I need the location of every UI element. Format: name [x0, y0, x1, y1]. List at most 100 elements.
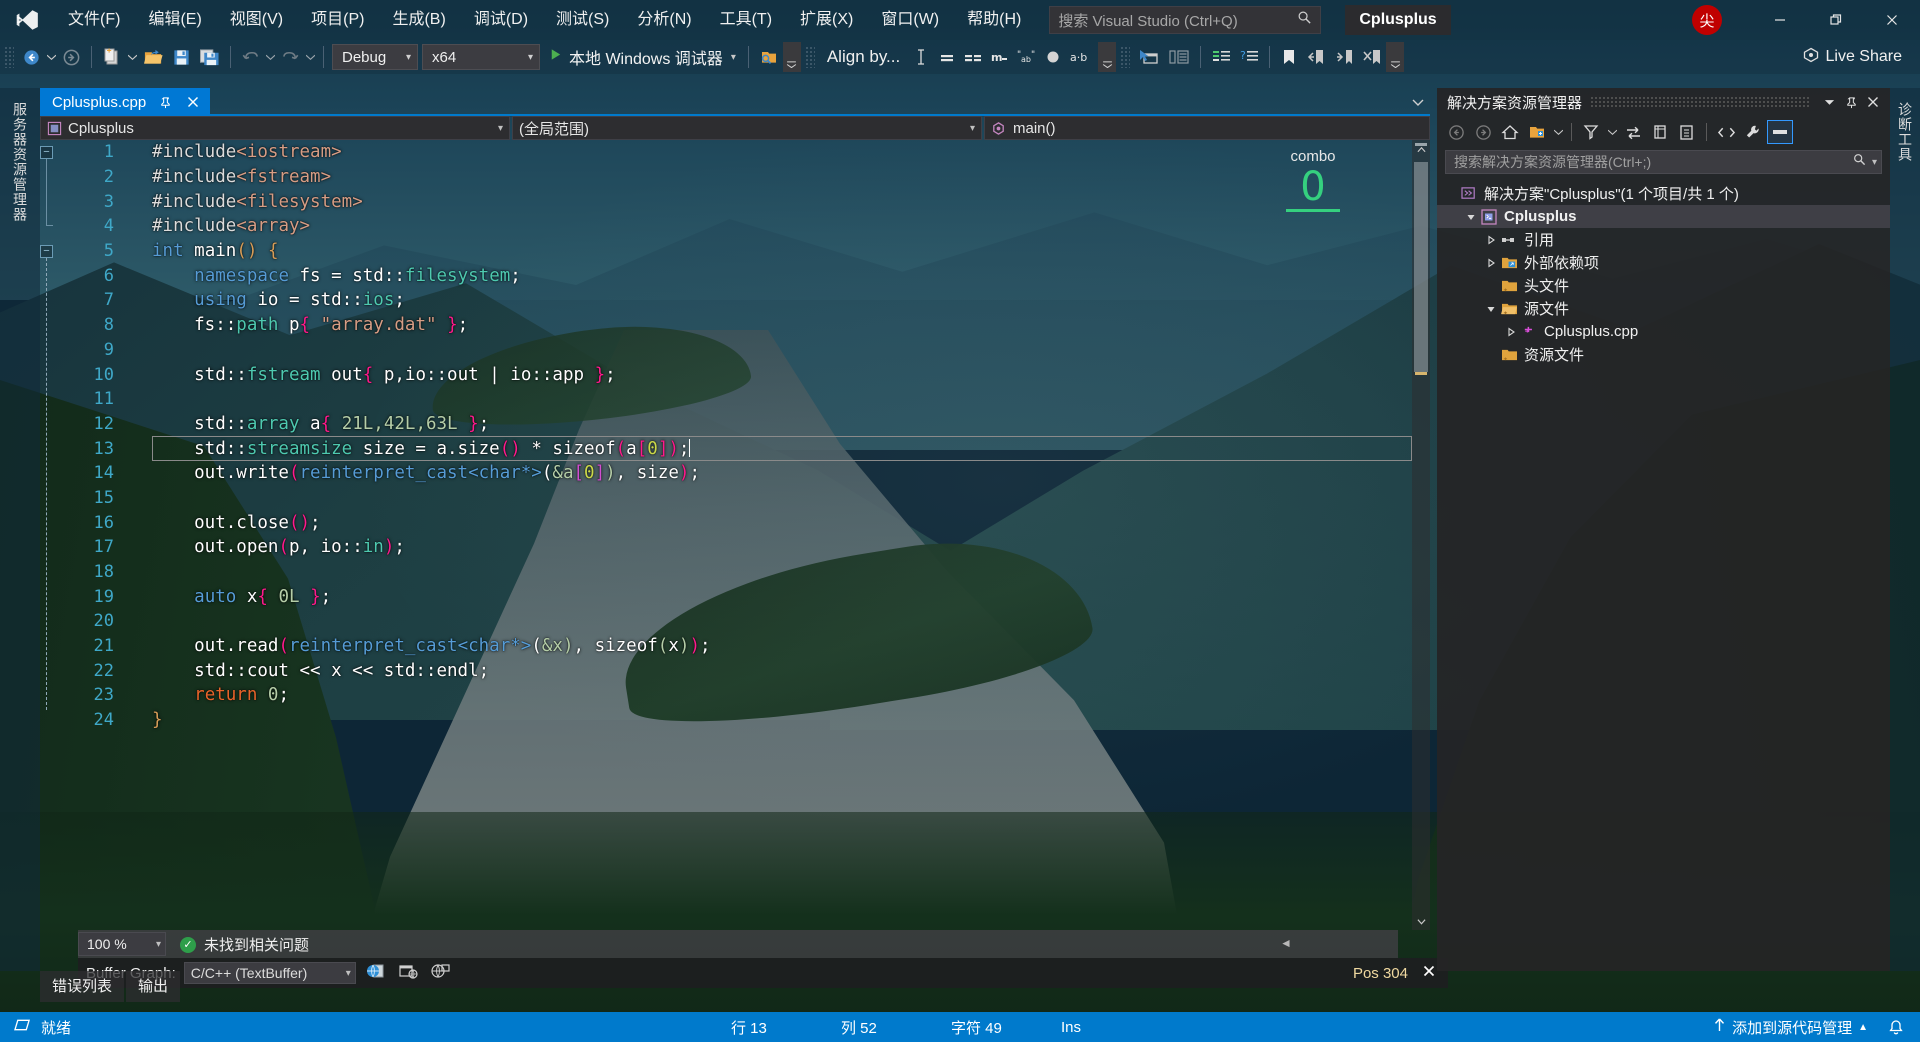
align-double-icon[interactable]: [960, 42, 986, 72]
indent-lines-icon[interactable]: [1207, 42, 1235, 72]
tree-item[interactable]: Cplusplus.cpp: [1437, 320, 1890, 343]
buffer-graph-combo[interactable]: C/C++ (TextBuffer) ▾: [183, 962, 356, 984]
code-line[interactable]: 15: [40, 486, 1430, 511]
code-line[interactable]: 21 out.read(reinterpret_cast<char*>(&x),…: [40, 634, 1430, 659]
active-project-chip[interactable]: Cplusplus: [1345, 5, 1451, 35]
pin-icon[interactable]: [1840, 91, 1862, 113]
navigate-back-icon[interactable]: [1443, 120, 1469, 144]
navigate-back-icon[interactable]: [18, 42, 45, 72]
chevron-right-icon[interactable]: [1503, 326, 1519, 337]
live-share-button[interactable]: Live Share: [1790, 42, 1920, 72]
align-circle-icon[interactable]: [1040, 42, 1066, 72]
globe-window-icon[interactable]: [430, 962, 450, 985]
global-search-box[interactable]: 搜索 Visual Studio (Ctrl+Q): [1049, 6, 1322, 34]
bookmark-overflow-button[interactable]: [1386, 42, 1405, 72]
code-line[interactable]: 16 out.close();: [40, 510, 1430, 535]
chevron-down-icon[interactable]: [1818, 91, 1840, 113]
sync-dropdown-icon[interactable]: [1551, 120, 1565, 144]
tab-error-list[interactable]: 错误列表: [40, 971, 125, 1002]
menu-debug[interactable]: 调试(D): [460, 0, 542, 40]
tab-output[interactable]: 输出: [126, 971, 181, 1002]
editor-tab-cplusplus-cpp[interactable]: Cplusplus.cpp: [40, 88, 211, 116]
navigate-forward-icon[interactable]: [58, 42, 85, 72]
align-by-label[interactable]: Align by...: [819, 47, 908, 67]
panel-drag-dots[interactable]: [1590, 96, 1810, 108]
redo-icon[interactable]: [277, 42, 304, 72]
editor-vertical-scrollbar[interactable]: [1412, 140, 1430, 930]
bookmark-next-icon[interactable]: [1330, 42, 1358, 72]
properties-icon[interactable]: [1740, 120, 1766, 144]
code-line[interactable]: 4 #include<array>: [40, 214, 1430, 239]
code-line[interactable]: 2 #include<fstream>: [40, 165, 1430, 190]
menu-project[interactable]: 项目(P): [297, 0, 378, 40]
home-icon[interactable]: [1497, 120, 1523, 144]
split-window-icon[interactable]: [1164, 42, 1194, 72]
menu-test[interactable]: 测试(S): [542, 0, 623, 40]
code-line[interactable]: 19 auto x{ 0L };: [40, 584, 1430, 609]
new-item-icon[interactable]: [98, 42, 126, 72]
undo-icon[interactable]: [237, 42, 264, 72]
redo-dropdown[interactable]: [304, 42, 317, 72]
issues-indicator[interactable]: ✓ 未找到相关问题: [180, 934, 309, 955]
new-item-dropdown[interactable]: [126, 42, 139, 72]
close-icon[interactable]: [1862, 91, 1884, 113]
bookmark-prev-icon[interactable]: [1302, 42, 1330, 72]
tree-item[interactable]: 源文件: [1437, 297, 1890, 320]
navigate-back-dropdown[interactable]: [45, 42, 58, 72]
code-line[interactable]: 14 out.write(reinterpret_cast<char*>(&a[…: [40, 461, 1430, 486]
chevron-down-icon[interactable]: ▾: [1872, 157, 1877, 168]
solution-configuration-combo[interactable]: Debug ▾: [332, 44, 418, 70]
code-line[interactable]: 9: [40, 338, 1430, 363]
collapse-all-icon[interactable]: [1674, 120, 1700, 144]
undo-dropdown[interactable]: [264, 42, 277, 72]
align-quote-icon[interactable]: " ab ": [1012, 42, 1040, 72]
notification-bell-icon[interactable]: [1882, 1012, 1910, 1042]
code-line[interactable]: 5 int main() {: [40, 239, 1430, 264]
solution-platform-combo[interactable]: x64 ▾: [422, 44, 540, 70]
refresh-icon[interactable]: [1620, 120, 1646, 144]
scroll-down-icon[interactable]: [1412, 912, 1430, 930]
toolbar-grip[interactable]: [4, 46, 14, 68]
menu-window[interactable]: 窗口(W): [867, 0, 953, 40]
tree-item[interactable]: 资源文件: [1437, 343, 1890, 366]
sync-with-file-icon[interactable]: [1524, 120, 1550, 144]
pin-icon[interactable]: [156, 93, 174, 111]
code-line[interactable]: 12 std::array a{ 21L,42L,63L };: [40, 412, 1430, 437]
chevron-right-icon[interactable]: [1483, 234, 1499, 245]
code-line[interactable]: 10 std::fstream out{ p,io::out | io::app…: [40, 362, 1430, 387]
menu-build[interactable]: 生成(B): [378, 0, 459, 40]
chevron-down-icon[interactable]: [1483, 304, 1499, 314]
tree-item[interactable]: 头文件: [1437, 274, 1890, 297]
code-line[interactable]: 23 return 0;: [40, 683, 1430, 708]
navbar-scope-combo[interactable]: (全局范围) ▾: [512, 116, 982, 140]
menu-analyze[interactable]: 分析(N): [623, 0, 705, 40]
close-button[interactable]: [1864, 0, 1920, 40]
chevron-down-icon[interactable]: [1463, 212, 1479, 222]
fold-marker-includes[interactable]: −: [40, 146, 53, 159]
save-all-icon[interactable]: [195, 42, 224, 72]
chevron-right-icon[interactable]: [1483, 257, 1499, 268]
restore-button[interactable]: [1808, 0, 1864, 40]
navigate-forward-icon[interactable]: [1470, 120, 1496, 144]
code-line[interactable]: 3 #include<filesystem>: [40, 189, 1430, 214]
zoom-level-combo[interactable]: 100 % ▾: [78, 932, 166, 956]
pending-changes-icon[interactable]: [1578, 120, 1604, 144]
close-icon[interactable]: [1422, 964, 1436, 983]
code-line[interactable]: 20: [40, 609, 1430, 634]
menu-tools[interactable]: 工具(T): [706, 0, 786, 40]
tree-item[interactable]: 外部依赖项: [1437, 251, 1890, 274]
code-line[interactable]: 22 std::cout << x << std::endl;: [40, 658, 1430, 683]
tree-item[interactable]: 解决方案"Cplusplus"(1 个项目/共 1 个): [1437, 182, 1890, 205]
code-line[interactable]: 18: [40, 560, 1430, 585]
scrollbar-thumb[interactable]: [1414, 162, 1428, 372]
code-line[interactable]: 1 #include<iostream>: [40, 140, 1430, 165]
code-view-icon[interactable]: [1713, 120, 1739, 144]
find-in-files-icon[interactable]: [755, 42, 783, 72]
code-line[interactable]: 8 fs::path p{ "array.dat" };: [40, 313, 1430, 338]
save-icon[interactable]: [168, 42, 195, 72]
menu-view[interactable]: 视图(V): [216, 0, 297, 40]
bookmark-clear-icon[interactable]: [1358, 42, 1386, 72]
editor-tab-overflow-icon[interactable]: [1412, 94, 1424, 112]
diagnostic-tools-strip[interactable]: 诊断工具: [1890, 88, 1920, 971]
add-to-source-control-button[interactable]: 添加到源代码管理 ▲: [1707, 1012, 1874, 1042]
